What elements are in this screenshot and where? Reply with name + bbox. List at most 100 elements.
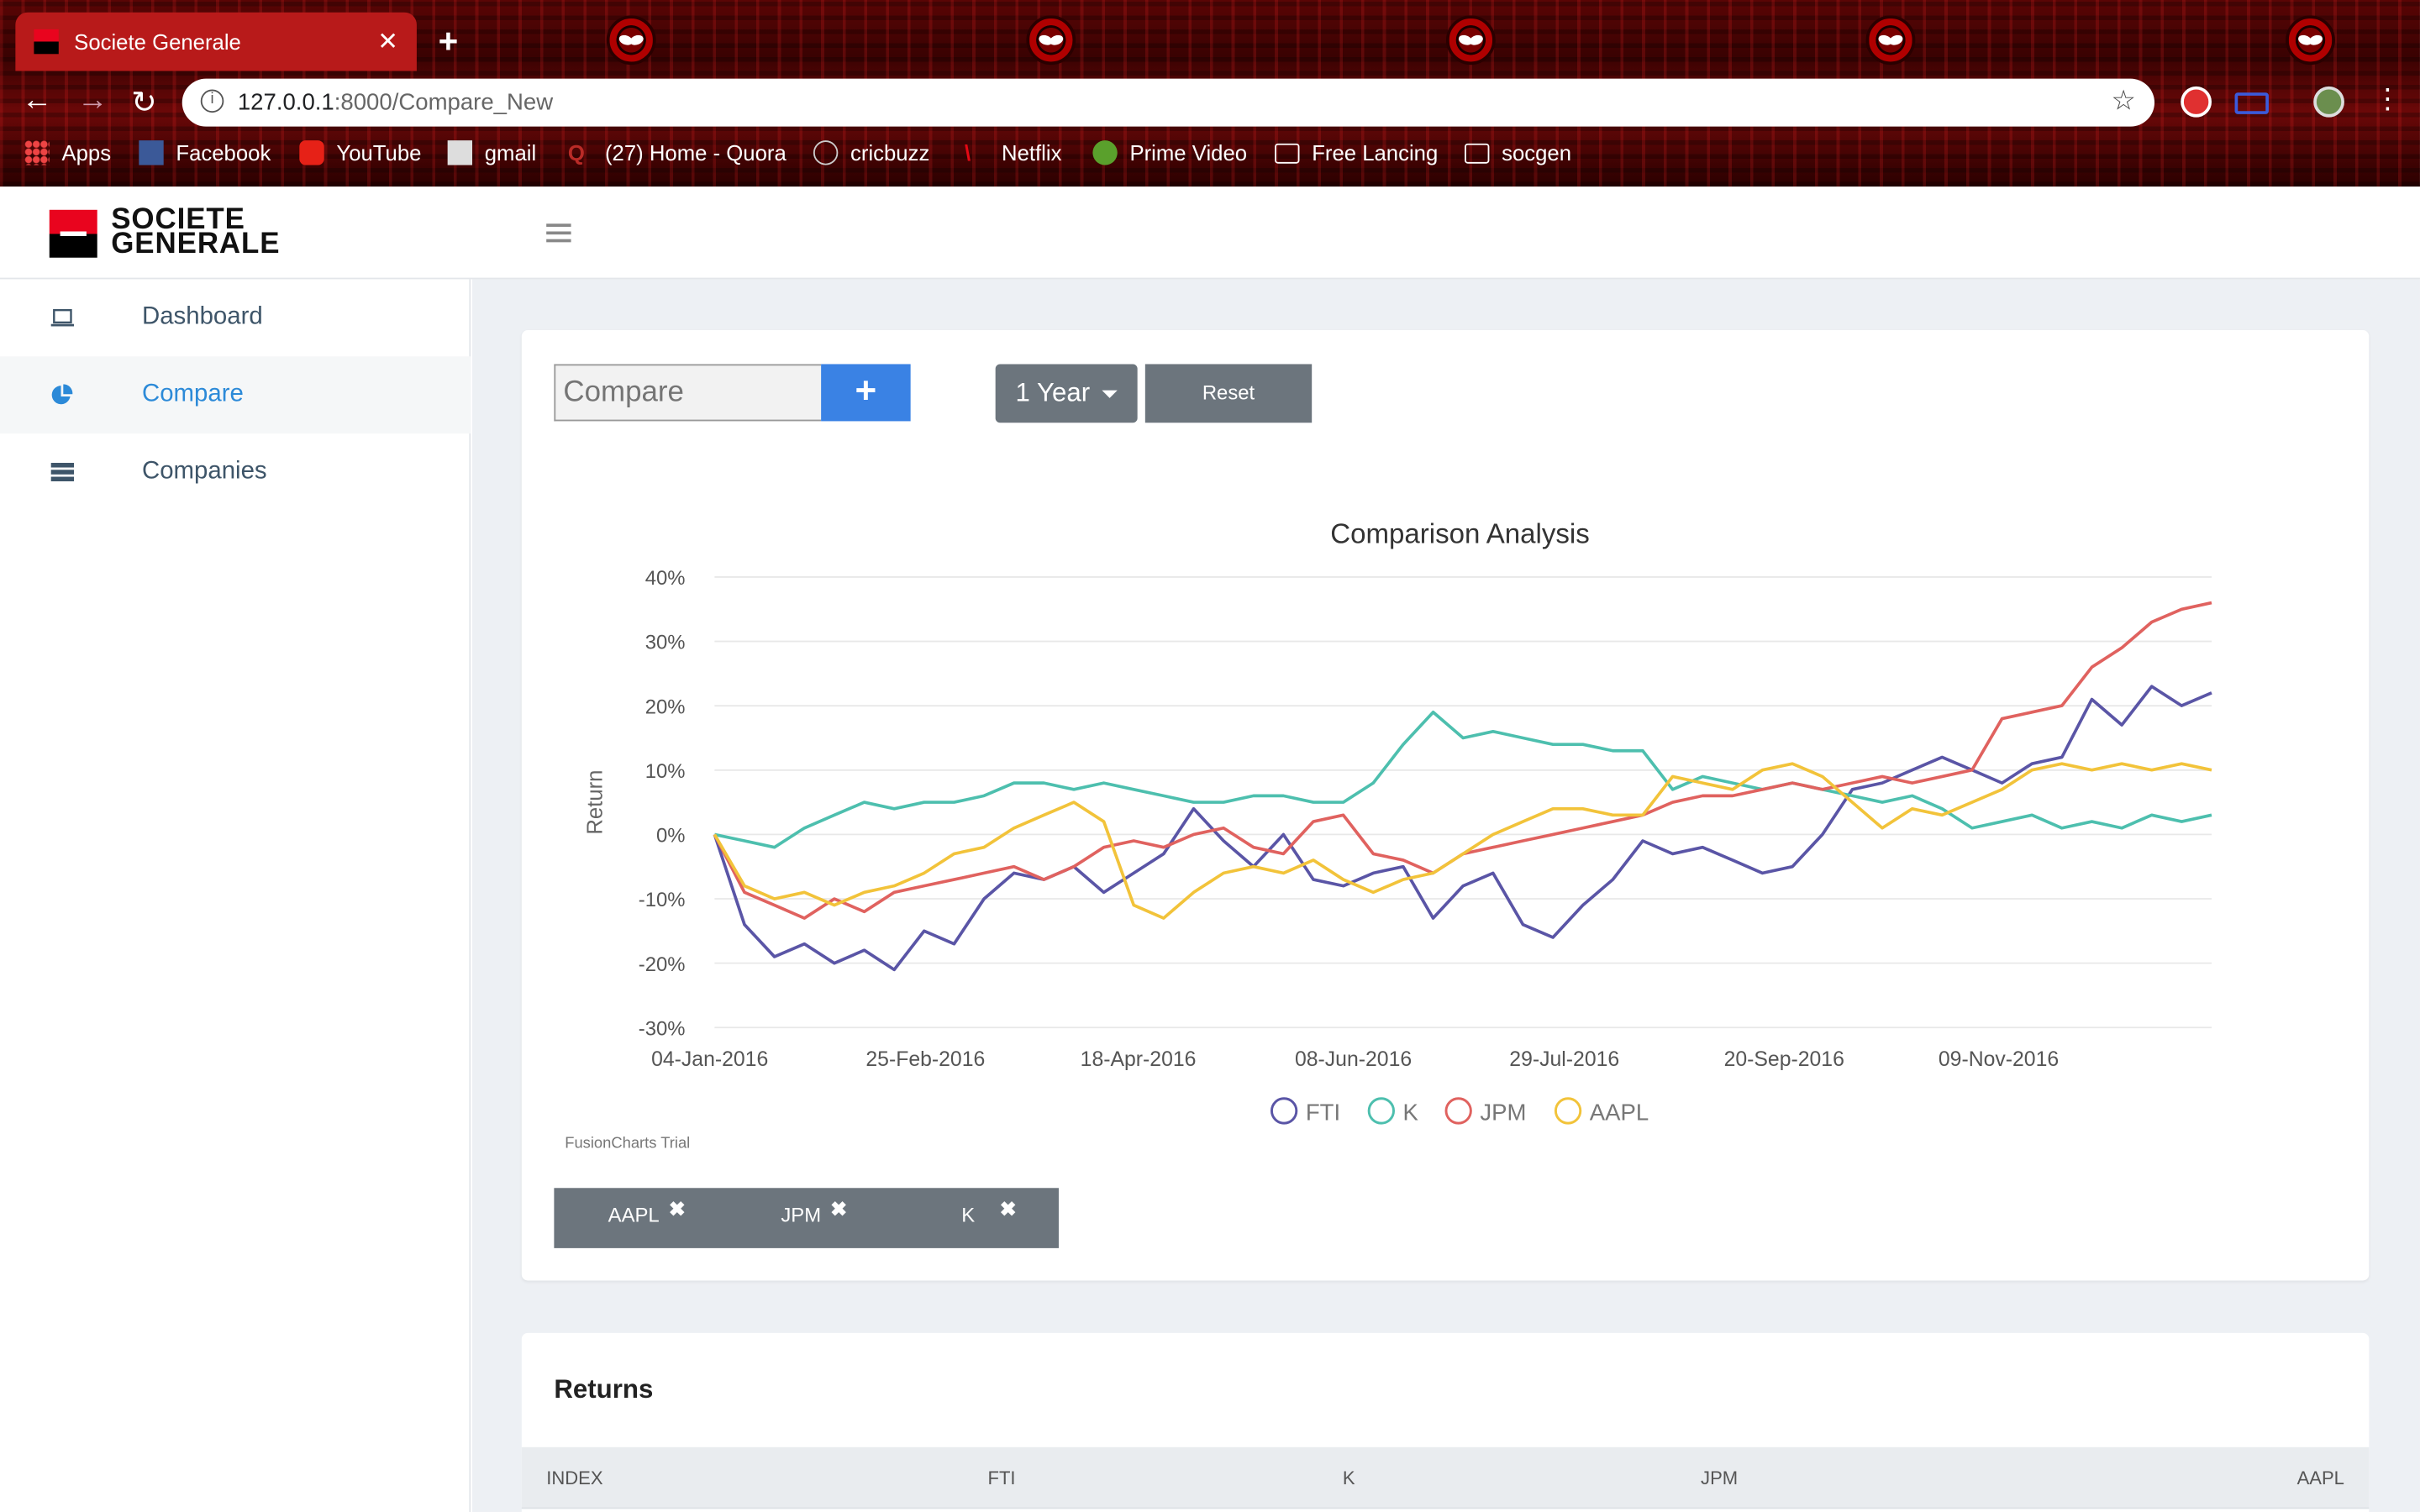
reset-button[interactable]: Reset: [1144, 364, 1313, 423]
brand-line-2: GENERALE: [111, 228, 281, 261]
sidebar-item-label: Companies: [141, 458, 267, 485]
x-tick-label: 08-Jun-2016: [1295, 1048, 1412, 1071]
sidebar-item-compare[interactable]: Compare: [0, 356, 471, 434]
legend-label-aapl: AAPL: [1590, 1099, 1649, 1125]
sidebar-item-companies[interactable]: Companies: [0, 433, 471, 511]
y-axis-label: Return: [583, 770, 607, 835]
theme-deadpool-icon: [2286, 15, 2335, 66]
browser-chrome: Societe Generale ✕ + ← → ↻ i 127.0.0.1:8…: [0, 0, 2420, 187]
laptop-icon: [50, 308, 75, 327]
x-tick-label: 09-Nov-2016: [1939, 1048, 2059, 1071]
y-tick-label: 30%: [645, 632, 686, 654]
y-tick-label: 0%: [656, 825, 685, 848]
reload-icon[interactable]: ↻: [131, 83, 157, 122]
x-tick-label: 18-Apr-2016: [1081, 1048, 1197, 1071]
returns-title: Returns: [554, 1374, 654, 1404]
bookmark-prime-video[interactable]: Prime Video: [1092, 140, 1247, 165]
selected-companies-bar: AAPL ✖ JPM ✖ K ✖: [554, 1188, 1059, 1248]
remove-icon[interactable]: ✖: [1000, 1197, 1017, 1221]
remove-icon[interactable]: ✖: [669, 1197, 686, 1221]
url-host: 127.0.0.1: [237, 89, 334, 116]
series-line-fti: [713, 685, 2212, 972]
pie-chart-icon: [51, 384, 73, 405]
sidebar-item-label: Compare: [141, 381, 244, 407]
brand-logo[interactable]: SOCIETE GENERALE: [49, 205, 281, 261]
address-bar[interactable]: i 127.0.0.1:8000/Compare_New ☆: [182, 78, 2155, 127]
apps-grid-icon: [24, 140, 50, 165]
period-dropdown[interactable]: 1 Year: [995, 364, 1138, 423]
hamburger-menu-icon[interactable]: [546, 223, 571, 247]
y-tick-label: -30%: [639, 1017, 686, 1040]
quora-icon: Q: [567, 140, 585, 165]
returns-table-header: INDEX FTI K JPM AAPL: [521, 1446, 2370, 1509]
close-tab-icon[interactable]: ✕: [377, 26, 398, 57]
bookmark-star-icon[interactable]: ☆: [2111, 85, 2136, 118]
forward-icon[interactable]: →: [77, 83, 108, 118]
legend-marker-aapl: [1554, 1097, 1582, 1125]
tab-title: Societe Generale: [74, 29, 241, 55]
chart-title: Comparison Analysis: [1330, 519, 1590, 550]
facebook-icon: [139, 140, 164, 165]
caret-down-icon: [1102, 389, 1118, 397]
theme-deadpool-icon: [1865, 15, 1916, 66]
toolbar: ← → ↻ i 127.0.0.1:8000/Compare_New ☆ ⋮: [0, 77, 2420, 129]
compare-input[interactable]: [554, 364, 822, 422]
column-header-index: INDEX: [546, 1467, 603, 1489]
url-path: :8000/Compare_New: [334, 89, 554, 116]
bookmark-gmail[interactable]: gmail: [447, 140, 536, 165]
comparison-chart: Comparison Analysis Return 40% 30% 20% 10% 0…: [583, 519, 2212, 1125]
bookmark-cricbuzz[interactable]: cricbuzz: [813, 140, 929, 165]
legend-label-k: K: [1403, 1099, 1419, 1125]
fusioncharts-trial-label: FusionCharts Trial: [565, 1135, 691, 1153]
legend-marker-k: [1367, 1097, 1396, 1125]
chip-aapl[interactable]: AAPL ✖: [608, 1197, 686, 1226]
browser-tab[interactable]: Societe Generale ✕: [15, 12, 417, 71]
extension-icon[interactable]: [2234, 92, 2269, 114]
legend-label-jpm: JPM: [1480, 1099, 1526, 1125]
y-tick-label: 20%: [645, 696, 686, 718]
sidebar: Dashboard Compare Companies: [0, 279, 471, 1512]
y-tick-label: -20%: [639, 953, 686, 976]
theme-deadpool-icon: [1445, 15, 1496, 66]
bookmark-socgen[interactable]: socgen: [1465, 140, 1571, 165]
menu-dots-icon[interactable]: ⋮: [2374, 83, 2402, 116]
bookmark-free-lancing[interactable]: Free Lancing: [1275, 140, 1438, 165]
chip-k[interactable]: K ✖: [961, 1197, 1016, 1226]
server-icon: [50, 463, 75, 482]
bookmark-apps[interactable]: Apps: [24, 140, 111, 165]
favicon-icon: [34, 29, 59, 55]
y-tick-label: 40%: [645, 567, 686, 590]
youtube-icon: [299, 140, 324, 165]
series-line-aapl: [713, 762, 2212, 920]
add-compare-button[interactable]: +: [821, 364, 911, 422]
info-icon[interactable]: i: [200, 89, 224, 113]
sidebar-item-dashboard[interactable]: Dashboard: [0, 279, 471, 356]
new-tab-icon[interactable]: +: [439, 22, 459, 62]
back-icon[interactable]: ←: [22, 83, 53, 118]
adblock-icon[interactable]: [2181, 86, 2212, 118]
period-label: 1 Year: [1015, 377, 1091, 407]
column-header-fti: FTI: [987, 1467, 1016, 1489]
remove-icon[interactable]: ✖: [830, 1197, 847, 1221]
x-tick-label: 25-Feb-2016: [865, 1048, 985, 1071]
profile-avatar[interactable]: [2313, 86, 2344, 118]
cricbuzz-icon: [813, 140, 839, 165]
column-header-aapl: AAPL: [2296, 1467, 2344, 1489]
y-tick-label: -10%: [639, 889, 686, 911]
legend-marker-fti: [1270, 1097, 1298, 1125]
bookmark-facebook[interactable]: Facebook: [139, 140, 271, 165]
column-header-k: K: [1342, 1467, 1355, 1489]
bookmark-youtube[interactable]: YouTube: [299, 140, 421, 165]
bookmark-netflix[interactable]: \ Netflix: [965, 140, 1062, 165]
x-tick-label: 29-Jul-2016: [1509, 1048, 1619, 1071]
sidebar-item-label: Dashboard: [141, 303, 263, 331]
netflix-icon: \: [964, 140, 971, 165]
folder-icon: [1275, 142, 1300, 163]
logo-mark-icon: [49, 208, 97, 257]
chip-jpm[interactable]: JPM ✖: [781, 1197, 847, 1226]
app-header: SOCIETE GENERALE: [0, 186, 2420, 280]
folder-icon: [1465, 142, 1490, 163]
bookmark-quora[interactable]: Q (27) Home - Quora: [568, 140, 786, 165]
theme-deadpool-icon: [606, 15, 656, 66]
legend-label-fti: FTI: [1306, 1099, 1340, 1125]
